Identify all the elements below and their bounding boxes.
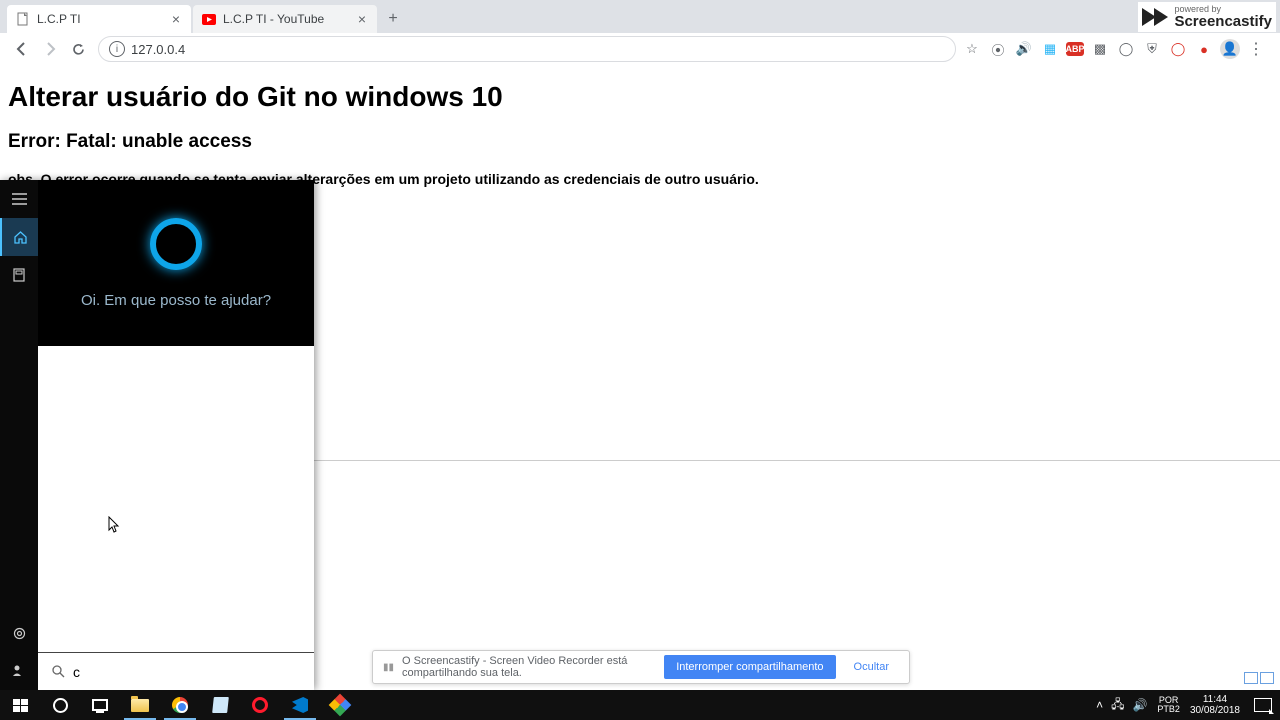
pause-icon[interactable]: ▮▮ xyxy=(383,662,394,673)
search-icon xyxy=(52,665,65,678)
opera-button[interactable] xyxy=(240,690,280,720)
mouse-cursor-icon xyxy=(108,516,120,534)
clock[interactable]: 11:44 30/08/2018 xyxy=(1184,694,1246,716)
close-icon[interactable]: × xyxy=(169,12,183,26)
hide-banner-button[interactable]: Ocultar xyxy=(844,655,899,679)
explorer-button[interactable] xyxy=(120,690,160,720)
vscode-button[interactable] xyxy=(280,690,320,720)
star-icon[interactable]: ☆ xyxy=(962,39,982,59)
sharing-message: O Screencastify - Screen Video Recorder … xyxy=(402,655,664,679)
action-center-icon[interactable] xyxy=(1254,698,1272,712)
forward-button[interactable] xyxy=(36,35,64,63)
tray-up-icon[interactable]: ˄ xyxy=(1096,698,1103,712)
rail-menu-button[interactable] xyxy=(0,180,38,218)
system-tray[interactable]: ˄ 🖧 🔊 xyxy=(1090,695,1153,716)
taskbar: ˄ 🖧 🔊 POR PTB2 11:44 30/08/2018 xyxy=(0,690,1280,720)
location-icon[interactable]: ⦿ xyxy=(988,39,1008,59)
notepad-button[interactable] xyxy=(200,690,240,720)
qr-icon[interactable]: ▩ xyxy=(1090,39,1110,59)
clock-date: 30/08/2018 xyxy=(1190,705,1240,716)
cortana-button[interactable] xyxy=(40,690,80,720)
abp-icon[interactable]: ABP xyxy=(1066,42,1084,56)
tab-lcpti[interactable]: L.C.P TI × xyxy=(7,5,191,33)
page-subtitle: Error: Fatal: unable access xyxy=(8,131,1272,153)
stop-sharing-button[interactable]: Interromper compartilhamento xyxy=(664,655,835,679)
tab-title: L.C.P TI - YouTube xyxy=(223,12,355,26)
rail-settings-button[interactable] xyxy=(0,614,38,652)
url-text: 127.0.0.4 xyxy=(131,42,185,57)
sharing-banner: ▮▮ O Screencastify - Screen Video Record… xyxy=(372,650,910,684)
taskbar-left xyxy=(0,690,360,720)
start-search-input[interactable] xyxy=(73,664,300,680)
tab-title: L.C.P TI xyxy=(37,12,169,26)
browser-chrome: L.C.P TI × L.C.P TI - YouTube × + i 127.… xyxy=(0,0,1280,65)
screencastify-label: Screencastify xyxy=(1174,14,1272,29)
start-menu: Oi. Em que posso te ajudar? xyxy=(0,180,314,690)
url-input[interactable]: i 127.0.0.4 xyxy=(98,36,956,62)
youtube-icon xyxy=(201,11,217,27)
start-body: Oi. Em que posso te ajudar? xyxy=(38,180,314,690)
tray-network-icon[interactable]: 🖧 xyxy=(1111,695,1124,716)
cortana-ring-icon xyxy=(150,218,202,270)
start-results-area xyxy=(38,346,314,652)
speaker-icon[interactable]: 🔊 xyxy=(1014,39,1034,59)
info-icon[interactable]: i xyxy=(109,41,125,57)
taskbar-right: ˄ 🖧 🔊 POR PTB2 11:44 30/08/2018 xyxy=(1090,690,1280,720)
tray-volume-icon[interactable]: 🔊 xyxy=(1132,698,1147,712)
close-icon[interactable]: × xyxy=(355,12,369,26)
circle-icon[interactable]: ◯ xyxy=(1116,39,1136,59)
screencastify-badge: powered by Screencastify xyxy=(1138,2,1276,32)
new-tab-button[interactable]: + xyxy=(379,5,407,33)
rail-notebook-button[interactable] xyxy=(0,256,38,294)
start-search-row[interactable] xyxy=(38,652,314,690)
rail-feedback-button[interactable] xyxy=(0,652,38,690)
cortana-header: Oi. Em que posso te ajudar? xyxy=(38,180,314,346)
shield-icon[interactable]: ⛨ xyxy=(1142,39,1162,59)
chrome-menu-icon[interactable]: ⋮ xyxy=(1246,39,1266,59)
screencastify-logo-icon xyxy=(1142,6,1170,28)
chrome-button[interactable] xyxy=(160,690,200,720)
page-title: Alterar usuário do Git no windows 10 xyxy=(8,81,1272,113)
clock-time: 11:44 xyxy=(1190,694,1240,705)
lang-line2: PTB2 xyxy=(1157,705,1180,714)
rail-home-button[interactable] xyxy=(0,218,38,256)
start-button[interactable] xyxy=(0,690,40,720)
reload-button[interactable] xyxy=(64,35,92,63)
tab-strip: L.C.P TI × L.C.P TI - YouTube × + xyxy=(0,0,1280,33)
rec-icon[interactable]: ● xyxy=(1194,39,1214,59)
tab-youtube[interactable]: L.C.P TI - YouTube × xyxy=(193,5,377,33)
todo-icon[interactable]: ▦ xyxy=(1040,39,1060,59)
back-button[interactable] xyxy=(8,35,36,63)
address-bar: i 127.0.0.4 ☆ ⦿ 🔊 ▦ ABP ▩ ◯ ⛨ ◯ ● 👤 ⋮ xyxy=(0,33,1280,65)
avatar-icon[interactable]: 👤 xyxy=(1220,39,1240,59)
page-icon xyxy=(15,11,31,27)
taskview-button[interactable] xyxy=(80,690,120,720)
view-mode-icons[interactable] xyxy=(1244,672,1274,684)
language-indicator[interactable]: POR PTB2 xyxy=(1153,696,1184,714)
opera-ext-icon[interactable]: ◯ xyxy=(1168,39,1188,59)
sourcetree-button[interactable] xyxy=(320,690,360,720)
start-rail xyxy=(0,180,38,690)
cortana-greeting: Oi. Em que posso te ajudar? xyxy=(81,292,271,309)
extension-icons: ☆ ⦿ 🔊 ▦ ABP ▩ ◯ ⛨ ◯ ● 👤 ⋮ xyxy=(962,39,1272,59)
